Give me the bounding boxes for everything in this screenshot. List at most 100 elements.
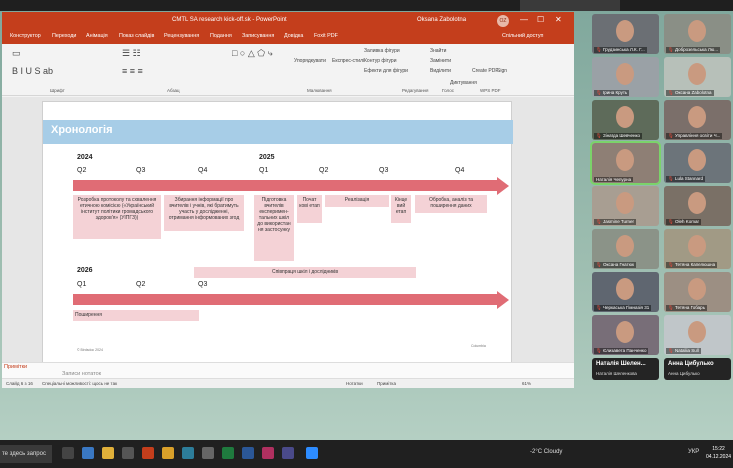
file-explorer-icon[interactable] xyxy=(102,447,114,459)
task-analysis: Обробка, аналіз та поширення даних xyxy=(415,195,487,213)
task-view-icon[interactable] xyxy=(62,447,74,459)
participant-tile[interactable]: 🎙 Nataliia Sull xyxy=(664,315,731,355)
participant-name-tile[interactable]: Наталія Шелен... Наталія Шеленкова xyxy=(592,358,659,380)
slide-logo: Columbia xyxy=(471,344,486,348)
slide-canvas[interactable]: Хронологія 2024 2025 Q2 Q3 Q4 Q1 Q2 Q3 Q… xyxy=(42,101,513,365)
powerpoint-icon[interactable] xyxy=(142,447,154,459)
select-button[interactable]: Виділити xyxy=(430,68,451,74)
participant-tile[interactable]: 🎙 Lula Stannard xyxy=(664,143,731,183)
taskbar-search-input[interactable]: те здесь запрос xyxy=(0,445,52,463)
slide-footer: © Birdsdoc 2024 xyxy=(77,348,103,352)
shape-effects-button[interactable]: Ефекти для фігури xyxy=(364,68,408,74)
tab-design[interactable]: Конструктор xyxy=(10,33,41,39)
quarter-label: Q2 xyxy=(136,281,146,288)
shape-outline-button[interactable]: Контур фігури xyxy=(364,58,396,64)
zoom-level[interactable]: 61% xyxy=(522,381,531,386)
app-icon[interactable] xyxy=(262,447,274,459)
group-wps-label: WPS PDF xyxy=(480,88,501,93)
notes-label: Примітки xyxy=(4,364,28,370)
excel-icon[interactable] xyxy=(222,447,234,459)
dictate-button[interactable]: Диктування xyxy=(450,80,477,86)
status-bar: Слайд 6 з 16 Спеціальні можливості: щось… xyxy=(2,378,574,388)
task-dissemination: Поширення xyxy=(73,310,199,321)
comments-toggle[interactable]: Примітка xyxy=(377,381,396,386)
year-label: 2024 xyxy=(77,154,93,161)
zoom-icon[interactable] xyxy=(306,447,318,459)
group-voice-label: Голос xyxy=(442,88,454,93)
shape-fill-button[interactable]: Заливка фігури xyxy=(364,48,400,54)
app-icon[interactable] xyxy=(282,447,294,459)
timeline-arrow-head xyxy=(497,291,509,309)
app-icon[interactable] xyxy=(82,447,94,459)
language-indicator[interactable]: УКР xyxy=(688,449,699,455)
tab-slideshow[interactable]: Показ слайдів xyxy=(119,33,154,39)
clock[interactable]: 15:22 04.12.2024 xyxy=(706,445,731,461)
create-pdf-button[interactable]: Create PDF xyxy=(472,68,498,74)
participant-tile[interactable]: 🎙 Оксана Zabolotna xyxy=(664,57,731,97)
weather-status[interactable]: -2°C Cloudy xyxy=(530,449,562,455)
quarter-label: Q4 xyxy=(455,167,465,174)
participant-tile[interactable]: 🎙 Oleh Komar xyxy=(664,186,731,226)
participant-tile[interactable]: 🎙 Управління освіти Ч... xyxy=(664,100,731,140)
avatar[interactable]: OZ xyxy=(497,15,509,27)
tab-transitions[interactable]: Переходи xyxy=(52,33,76,39)
participant-tile[interactable]: 🎙 Jasmine Turner xyxy=(592,186,659,226)
user-name[interactable]: Oksana Zabolotna xyxy=(417,17,466,23)
group-drawing-label: Малювання xyxy=(307,88,332,93)
participant-tile[interactable]: 🎙 Тетяна Капелюшна xyxy=(664,229,731,269)
quarter-label: Q2 xyxy=(77,167,87,174)
close-button[interactable]: ✕ xyxy=(555,15,562,24)
participant-tile[interactable]: 🎙 Тетяна Гобарь xyxy=(664,272,731,312)
participant-tile[interactable]: 🎙 Єлизавета Панченко xyxy=(592,315,659,355)
tab-animation[interactable]: Анімація xyxy=(86,33,108,39)
edge-icon[interactable] xyxy=(182,447,194,459)
windows-taskbar: те здесь запрос -2°C Cloudy УКР 15:22 04… xyxy=(0,440,733,468)
find-button[interactable]: Знайти xyxy=(430,48,446,54)
participant-tile[interactable]: 🎙 Оксана Гнатюк xyxy=(592,229,659,269)
slide-counter: Слайд 6 з 16 xyxy=(6,381,33,386)
quick-styles-button[interactable]: Експрес-стилі xyxy=(332,58,364,64)
tab-review[interactable]: Рецензування xyxy=(164,33,199,39)
participant-tile[interactable]: 🎙 Грудзинська Л.К. Г... xyxy=(592,14,659,54)
tab-view[interactable]: Подання xyxy=(210,33,232,39)
bold-icon[interactable]: B I U S ab xyxy=(12,66,53,76)
app-icon[interactable] xyxy=(202,447,214,459)
chrome-icon[interactable] xyxy=(162,447,174,459)
replace-button[interactable]: Замінити xyxy=(430,58,451,64)
maximize-button[interactable]: ☐ xyxy=(537,15,544,24)
align-icon[interactable]: ≡ ≡ ≡ xyxy=(122,66,143,76)
group-paragraph-label: Абзац xyxy=(167,88,180,93)
task-cooperation: Співпраця шкіл і дослідників xyxy=(194,267,416,278)
font-name-dropdown[interactable]: ▭ xyxy=(12,48,21,59)
tab-recording[interactable]: Записування xyxy=(242,33,274,39)
word-icon[interactable] xyxy=(242,447,254,459)
participant-tile[interactable]: 🎙 Черкаська Гімназія 31 xyxy=(592,272,659,312)
app-icon[interactable] xyxy=(122,447,134,459)
sign-button[interactable]: Sign xyxy=(497,68,507,74)
quarter-label: Q4 xyxy=(198,167,208,174)
participant-tile[interactable]: 🎙 Доброзельська Лю... xyxy=(664,14,731,54)
bullets-icon[interactable]: ☰ ☷ xyxy=(122,48,141,59)
video-gallery: 🎙 Грудзинська Л.К. Г... 🎙 Доброзельська … xyxy=(590,12,733,392)
participant-tile[interactable]: 🎙 Зінаїда Шевченко xyxy=(592,100,659,140)
shapes-gallery-icon[interactable]: □ ○ △ ⬠ ⤷ xyxy=(232,48,273,59)
tab-help[interactable]: Довідка xyxy=(284,33,303,39)
notes-toggle[interactable]: Нотатки xyxy=(346,381,363,386)
ribbon: ▭ B I U S ab ☰ ☷ ≡ ≡ ≡ □ ○ △ ⬠ ⤷ Упорядк… xyxy=(2,44,574,96)
participant-name-tile[interactable]: Анна Цибулько Анна Цибулько xyxy=(664,358,731,380)
accessibility-status[interactable]: Спеціальні можливості: щось не так xyxy=(42,381,117,386)
slide-header-band xyxy=(43,120,513,144)
arrange-button[interactable]: Упорядкувати xyxy=(294,58,326,64)
notes-placeholder[interactable]: Записи нотаток xyxy=(62,371,101,377)
task-final-stage: Кінце вий етап xyxy=(391,195,411,223)
participant-tile[interactable]: 🎙 Ірина Круть xyxy=(592,57,659,97)
tab-foxit[interactable]: Foxit PDF xyxy=(314,33,338,39)
year-label: 2025 xyxy=(259,154,275,161)
notes-pane[interactable]: Примітки Записи нотаток xyxy=(2,362,574,378)
group-font-label: Шрифт xyxy=(50,88,65,93)
share-button[interactable]: Спільний доступ xyxy=(502,33,543,39)
minimize-button[interactable]: — xyxy=(520,15,528,24)
group-editing-label: Редагування xyxy=(402,88,429,93)
window-title: CMTL SA research kick-off.sk - PowerPoin… xyxy=(172,17,287,23)
participant-tile-active-speaker[interactable]: Наталія Чепурна xyxy=(590,141,661,185)
